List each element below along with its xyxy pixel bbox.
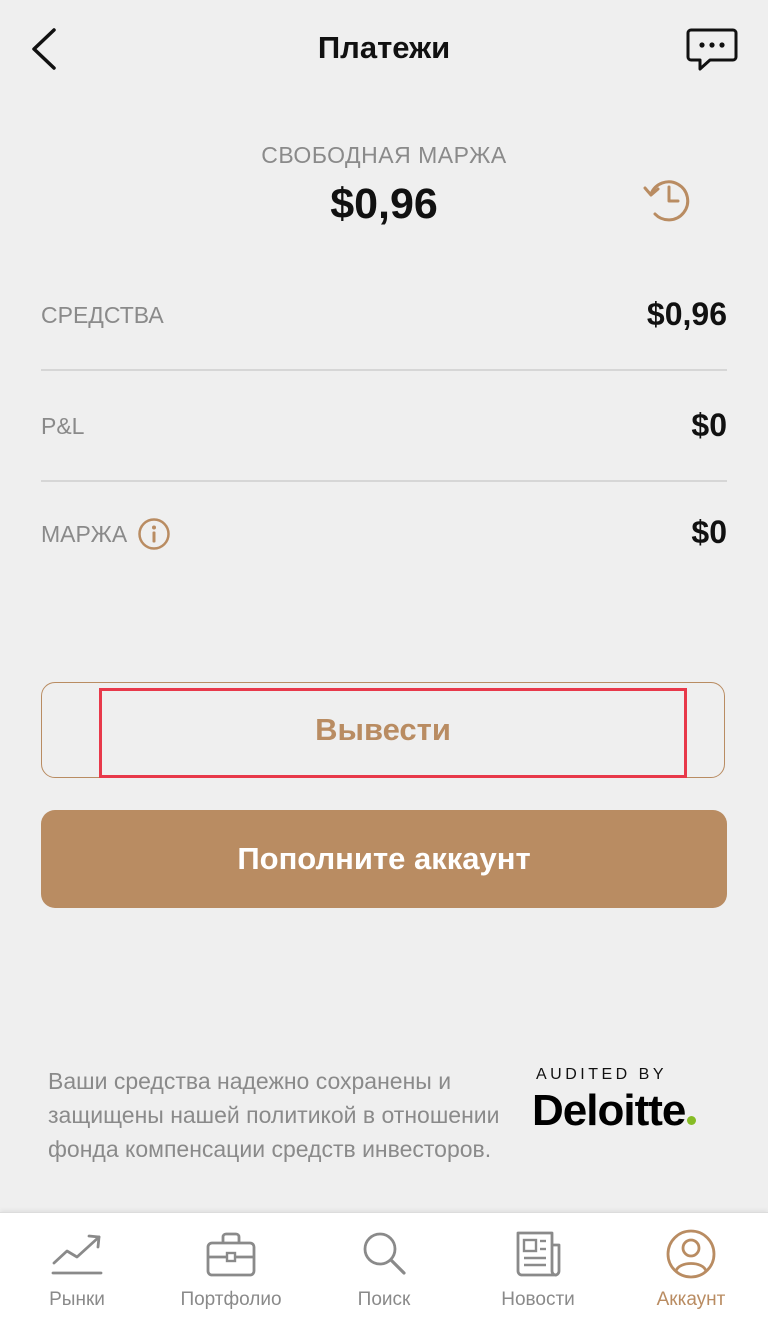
margin-value: $0 (691, 514, 727, 550)
disclaimer-text: Ваши средства надежно сохранены и защище… (48, 1068, 500, 1162)
audit-badge: AUDITED BY Deloitte (532, 1066, 732, 1136)
funds-label: СРЕДСТВА (41, 302, 164, 328)
margin-row-label-group: МАРЖА (41, 517, 171, 551)
tab-account[interactable]: Аккаунт (614, 1213, 768, 1326)
newspaper-icon (516, 1231, 561, 1277)
auditor-logo: Deloitte (532, 1086, 686, 1135)
free-margin-label: СВОБОДНАЯ МАРЖА (261, 142, 507, 168)
tab-search[interactable]: Поиск (307, 1213, 461, 1326)
funds-value: $0,96 (646, 296, 727, 332)
bottom-tab-bar: Рынки Портфолио Поиск Новости Аккаунт (0, 1212, 768, 1326)
user-icon (666, 1229, 716, 1279)
page-title: Платежи (317, 30, 451, 65)
history-button[interactable] (638, 172, 698, 228)
margin-row: МАРЖА $0 (41, 481, 727, 591)
margin-info-button[interactable] (137, 517, 171, 551)
chat-button[interactable] (684, 24, 740, 76)
search-icon (363, 1232, 406, 1275)
pnl-row: P&L $0 (41, 370, 727, 480)
chat-bubble-icon (686, 28, 738, 71)
margin-label: МАРЖА (41, 520, 128, 547)
tab-label: Рынки (49, 1289, 105, 1310)
logo-dot (687, 1116, 697, 1125)
history-icon (643, 180, 690, 222)
tab-portfolio[interactable]: Портфолио (154, 1213, 308, 1326)
chart-trend-icon (51, 1234, 103, 1275)
tab-label: Поиск (357, 1289, 411, 1310)
briefcase-icon (206, 1232, 256, 1277)
withdraw-button[interactable]: Вывести (41, 682, 725, 778)
info-icon (138, 518, 170, 550)
pnl-label: P&L (41, 413, 85, 439)
tab-label: Новости (501, 1289, 575, 1310)
tab-news[interactable]: Новости (461, 1213, 615, 1326)
tab-markets[interactable]: Рынки (0, 1213, 154, 1326)
tab-label: Портфолио (180, 1289, 282, 1310)
pnl-value: $0 (691, 407, 727, 443)
tab-label: Аккаунт (656, 1289, 726, 1310)
funds-row: СРЕДСТВА $0,96 (41, 259, 727, 369)
header-bar: Платежи (0, 0, 768, 100)
audited-by-label: AUDITED BY (536, 1066, 668, 1083)
deposit-button[interactable]: Пополните аккаунт (41, 810, 727, 908)
